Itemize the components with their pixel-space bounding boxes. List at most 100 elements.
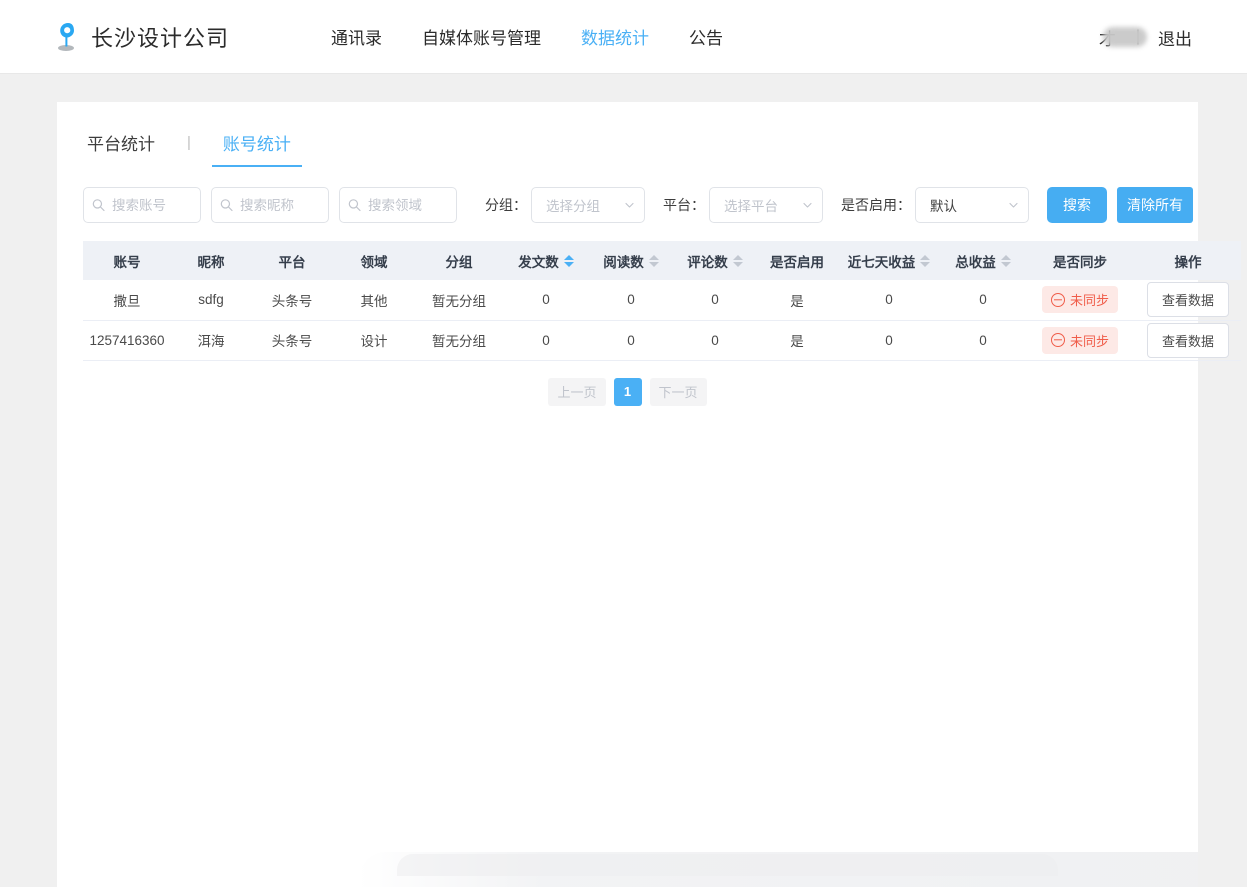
col-income-total[interactable]: 总收益 xyxy=(941,241,1025,280)
cell-group: 暂无分组 xyxy=(415,280,503,320)
col-field-label: 领域 xyxy=(361,251,388,271)
status-badge: 未同步 xyxy=(1042,327,1118,354)
nav-item-data-statistics[interactable]: 数据统计 xyxy=(581,24,649,49)
footer-ghost xyxy=(57,830,1198,887)
footer-ghost-bar-inner xyxy=(397,854,1058,876)
status-badge-label: 未同步 xyxy=(1070,290,1109,309)
col-group-label: 分组 xyxy=(446,251,473,271)
cell-platform: 头条号 xyxy=(251,320,333,360)
search-nickname-input[interactable] xyxy=(211,187,329,223)
col-reads[interactable]: 阅读数 xyxy=(589,241,673,280)
cell-actions: 查看数据 xyxy=(1135,320,1241,360)
cell-platform: 头条号 xyxy=(251,280,333,320)
col-comments[interactable]: 评论数 xyxy=(673,241,757,280)
col-income-7d-label: 近七天收益 xyxy=(848,251,916,271)
pagination-next[interactable]: 下一页 xyxy=(650,378,707,406)
col-actions: 操作 xyxy=(1135,241,1241,280)
page-body: 平台统计 | 账号统计 xyxy=(0,74,1247,887)
table-header-row: 账号 昵称 平台 领域 分组 发文数 阅读数 评论数 是否启用 近七天收益 总收… xyxy=(83,241,1241,280)
sort-arrows-icon[interactable] xyxy=(649,255,659,267)
col-posts-label: 发文数 xyxy=(518,251,559,271)
cell-nickname: 洱海 xyxy=(171,320,251,360)
user-area: 才 | 退出 xyxy=(1097,0,1192,74)
cell-comments: 0 xyxy=(673,320,757,360)
sort-arrows-icon[interactable] xyxy=(564,255,574,267)
view-data-button[interactable]: 查看数据 xyxy=(1147,323,1229,358)
accounts-table: 账号 昵称 平台 领域 分组 发文数 阅读数 评论数 是否启用 近七天收益 总收… xyxy=(83,241,1241,361)
platform-select-value: 选择平台 xyxy=(724,195,778,215)
chevron-down-icon xyxy=(802,200,813,211)
cell-comments: 0 xyxy=(673,280,757,320)
group-filter-label: 分组： xyxy=(485,195,527,215)
enabled-select[interactable]: 默认 xyxy=(915,187,1029,223)
sort-arrows-icon[interactable] xyxy=(733,255,743,267)
clear-all-button[interactable]: 清除所有 xyxy=(1117,187,1193,223)
redaction-overlay xyxy=(1103,27,1147,47)
search-button[interactable]: 搜索 xyxy=(1047,187,1107,223)
logout-link[interactable]: 退出 xyxy=(1158,25,1192,50)
sort-arrows-icon[interactable] xyxy=(1001,255,1011,267)
col-income-7d[interactable]: 近七天收益 xyxy=(837,241,941,280)
group-select[interactable]: 选择分组 xyxy=(531,187,645,223)
col-enabled-label: 是否启用 xyxy=(770,251,824,271)
cell-field: 其他 xyxy=(333,280,415,320)
cell-actions: 查看数据 xyxy=(1135,280,1241,320)
person-pin-icon xyxy=(57,22,79,52)
col-nickname: 昵称 xyxy=(171,241,251,280)
cell-group: 暂无分组 xyxy=(415,320,503,360)
table-row: 1257416360 洱海 头条号 设计 暂无分组 0 0 0 是 0 0 xyxy=(83,320,1241,360)
cell-income-7d: 0 xyxy=(837,280,941,320)
cell-income-total: 0 xyxy=(941,320,1025,360)
cell-sync: 未同步 xyxy=(1025,280,1135,320)
circle-minus-icon xyxy=(1051,333,1065,347)
col-account: 账号 xyxy=(83,241,171,280)
accounts-table-wrapper: 账号 昵称 平台 领域 分组 发文数 阅读数 评论数 是否启用 近七天收益 总收… xyxy=(83,241,1172,361)
col-nickname-label: 昵称 xyxy=(198,251,225,271)
sort-arrows-icon[interactable] xyxy=(920,255,930,267)
nav-item-media-accounts[interactable]: 自媒体账号管理 xyxy=(422,24,541,49)
col-actions-label: 操作 xyxy=(1175,251,1202,271)
cell-posts: 0 xyxy=(503,280,589,320)
top-navigation-bar: 长沙设计公司 通讯录 自媒体账号管理 数据统计 公告 才 | 退出 xyxy=(0,0,1247,74)
filter-bar: 分组： 选择分组 平台： 选择平台 是否启用： xyxy=(57,167,1198,223)
tab-account-statistics[interactable]: 账号统计 xyxy=(221,122,293,167)
platform-select[interactable]: 选择平台 xyxy=(709,187,823,223)
sub-tab-bar: 平台统计 | 账号统计 xyxy=(57,102,1198,167)
nav-item-announcements[interactable]: 公告 xyxy=(689,24,723,49)
sub-tab-separator: | xyxy=(187,134,191,155)
col-reads-label: 阅读数 xyxy=(603,251,644,271)
cell-nickname: sdfg xyxy=(171,280,251,320)
col-sync-label: 是否同步 xyxy=(1053,251,1107,271)
chevron-down-icon xyxy=(1008,200,1019,211)
col-posts[interactable]: 发文数 xyxy=(503,241,589,280)
enabled-filter-label: 是否启用： xyxy=(841,195,911,215)
cell-account: 1257416360 xyxy=(83,320,171,360)
username-label[interactable]: 才 xyxy=(1097,25,1118,50)
cell-income-7d: 0 xyxy=(837,320,941,360)
col-platform: 平台 xyxy=(251,241,333,280)
col-comments-label: 评论数 xyxy=(687,251,728,271)
col-field: 领域 xyxy=(333,241,415,280)
footer-ghost-bar xyxy=(357,852,1198,887)
cell-enabled: 是 xyxy=(757,320,837,360)
cell-account: 撒旦 xyxy=(83,280,171,320)
nav-item-contacts[interactable]: 通讯录 xyxy=(331,24,382,49)
cell-posts: 0 xyxy=(503,320,589,360)
pagination-prev[interactable]: 上一页 xyxy=(548,378,605,406)
search-nickname-wrapper xyxy=(211,187,329,223)
col-account-label: 账号 xyxy=(114,251,141,271)
search-account-wrapper xyxy=(83,187,201,223)
chevron-down-icon xyxy=(624,200,635,211)
table-header: 账号 昵称 平台 领域 分组 发文数 阅读数 评论数 是否启用 近七天收益 总收… xyxy=(83,241,1241,280)
pagination-page-1[interactable]: 1 xyxy=(614,378,642,406)
view-data-button[interactable]: 查看数据 xyxy=(1147,282,1229,317)
search-account-input[interactable] xyxy=(83,187,201,223)
brand-logo-link[interactable]: 长沙设计公司 xyxy=(57,21,229,53)
cell-enabled: 是 xyxy=(757,280,837,320)
search-field-wrapper xyxy=(339,187,457,223)
brand-name: 长沙设计公司 xyxy=(91,21,229,53)
search-field-input[interactable] xyxy=(339,187,457,223)
col-group: 分组 xyxy=(415,241,503,280)
tab-platform-statistics[interactable]: 平台统计 xyxy=(85,122,157,167)
table-body: 撒旦 sdfg 头条号 其他 暂无分组 0 0 0 是 0 0 xyxy=(83,280,1241,360)
